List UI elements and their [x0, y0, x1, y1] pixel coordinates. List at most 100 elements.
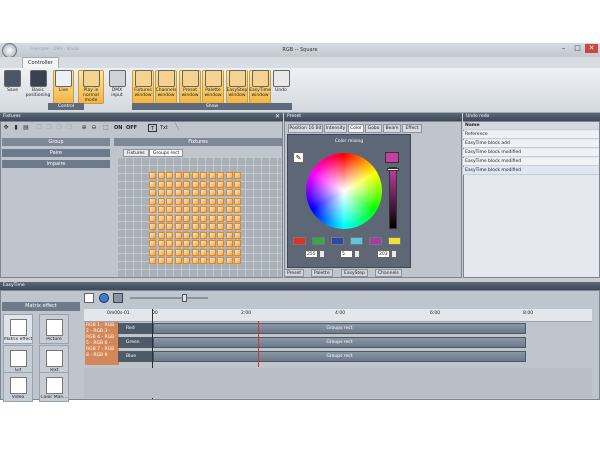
bottom-tab-easystep[interactable]: EasyStep [341, 269, 368, 277]
fixture-cell[interactable] [234, 197, 241, 205]
undo-list-item[interactable]: Reference [463, 131, 599, 139]
fixture-cell[interactable] [174, 180, 182, 188]
fixture-cell[interactable] [200, 223, 207, 230]
fixture-cell[interactable] [174, 257, 182, 264]
fixture-cell[interactable] [149, 248, 156, 256]
fixture-cell[interactable] [217, 189, 224, 196]
fixture-cell[interactable] [208, 231, 216, 239]
ribbon-button-save[interactable]: Save [2, 70, 23, 104]
fixture-cell[interactable] [183, 231, 190, 239]
fixture-cell[interactable] [174, 172, 182, 179]
fixture-cell[interactable] [183, 180, 190, 188]
red-value-input[interactable]: 255 [305, 250, 318, 258]
fixture-cell[interactable] [200, 180, 207, 188]
fixture-cell[interactable] [200, 257, 207, 264]
track-block-green[interactable]: Groups rect [153, 337, 526, 348]
fixture-cell[interactable] [157, 180, 165, 188]
preset-tab-gobo[interactable]: Gobo [365, 124, 382, 133]
fixture-cell[interactable] [225, 231, 233, 239]
fixture-cell[interactable] [208, 206, 216, 213]
color-swatch[interactable] [331, 237, 344, 245]
fixture-cell[interactable] [174, 197, 182, 205]
fixture-cell[interactable] [225, 172, 233, 179]
preset-tab-beam[interactable]: Beam [383, 124, 401, 133]
fixture-cell[interactable] [225, 197, 233, 205]
color-swatch[interactable] [388, 237, 401, 245]
library-item[interactable]: Matrix effect [3, 314, 33, 344]
fixture-cell[interactable] [157, 240, 165, 247]
fixture-cell[interactable] [166, 214, 173, 222]
fixture-cell[interactable] [234, 223, 241, 230]
preset-tab-color[interactable]: Color [348, 124, 364, 133]
fixture-cell[interactable] [217, 180, 224, 188]
undo-list-item[interactable]: EasyTime block modified [463, 167, 599, 175]
zoom-slider[interactable] [130, 297, 208, 299]
ribbon-button-live[interactable]: Live [53, 70, 74, 104]
fixture-cell[interactable] [217, 223, 224, 230]
ribbon-button-easystep[interactable]: EasyStep window [226, 70, 248, 104]
fixture-cell[interactable] [217, 197, 224, 205]
fixture-cell[interactable] [157, 257, 165, 264]
fixture-cell[interactable] [149, 180, 156, 188]
fixture-cell[interactable] [157, 231, 165, 239]
fixture-cell[interactable] [183, 214, 190, 222]
track-block-blue[interactable]: Groups rect [153, 351, 526, 362]
fixture-cell[interactable] [157, 223, 165, 230]
green-stepper[interactable] [354, 250, 360, 258]
fixture-cell[interactable] [166, 197, 173, 205]
bottom-tab-palette[interactable]: Palette [311, 269, 333, 277]
table-icon[interactable]: ▤ [22, 124, 30, 132]
fixture-cell[interactable] [217, 206, 224, 213]
brightness-slider[interactable] [389, 167, 397, 229]
fixture-cell[interactable] [174, 214, 182, 222]
zoom-slider-handle[interactable] [182, 294, 187, 302]
ribbon-button-channels[interactable]: Channels window [155, 70, 177, 104]
close-button[interactable]: ✕ [585, 44, 598, 53]
group-item-paire[interactable]: Paire [2, 149, 110, 157]
fixture-cell[interactable] [225, 206, 233, 213]
settings-icon[interactable] [99, 293, 109, 303]
fixture-cell[interactable] [225, 214, 233, 222]
fixture-cell[interactable] [149, 223, 156, 230]
fixture-cell[interactable] [234, 189, 241, 196]
fixture-cell[interactable] [191, 189, 199, 196]
text-toggle-icon[interactable]: T [148, 124, 157, 132]
fixture-cell[interactable] [191, 231, 199, 239]
fixture-cell[interactable] [183, 206, 190, 213]
fixture-cell[interactable] [234, 214, 241, 222]
undo-list-item[interactable]: EasyTime block modified [463, 149, 599, 157]
ribbon-button-dmx[interactable]: DMX input [106, 70, 128, 104]
ribbon-button-easytime[interactable]: EasyTime window [249, 70, 271, 104]
fixture-cell[interactable] [166, 189, 173, 196]
zoom-in-icon[interactable]: ⊕ [80, 124, 88, 132]
color-swatch[interactable] [369, 237, 382, 245]
fixture-cell[interactable] [166, 172, 173, 179]
fixtures-close-icon[interactable]: ✕ [275, 113, 283, 121]
subtab-groups-rect[interactable]: Groups rect [149, 149, 184, 157]
fixture-cell[interactable] [183, 257, 190, 264]
fixture-cell[interactable] [191, 180, 199, 188]
fixture-cell[interactable] [166, 223, 173, 230]
fixture-cell[interactable] [208, 223, 216, 230]
preset-tab-position-16-bit[interactable]: Position 16 Bit [288, 124, 323, 133]
color-swatch[interactable] [293, 237, 306, 245]
fixture-cell[interactable] [234, 248, 241, 256]
move-icon[interactable]: ✥ [2, 124, 10, 132]
red-stepper[interactable] [319, 250, 325, 258]
lamp-icon[interactable]: ▮ [12, 124, 20, 132]
select-icon[interactable]: ⬚ [102, 124, 110, 132]
export-icon[interactable] [113, 293, 123, 303]
fixture-cell[interactable] [149, 231, 156, 239]
fixture-cell[interactable] [225, 240, 233, 247]
undo-list-item[interactable]: EasyTime block modified [463, 158, 599, 166]
fixture-cell[interactable] [183, 172, 190, 179]
library-item[interactable]: Picture [39, 314, 69, 344]
track-name-red[interactable]: Red [118, 323, 152, 334]
on-button[interactable]: ON [114, 125, 122, 131]
ribbon-button-preset[interactable]: Preset window [179, 70, 201, 104]
copy-icon[interactable]: ❐ [35, 124, 43, 132]
fixture-cell[interactable] [234, 240, 241, 247]
fixture-cell[interactable] [183, 189, 190, 196]
fixture-cell[interactable] [174, 206, 182, 213]
fixture-cell[interactable] [166, 257, 173, 264]
